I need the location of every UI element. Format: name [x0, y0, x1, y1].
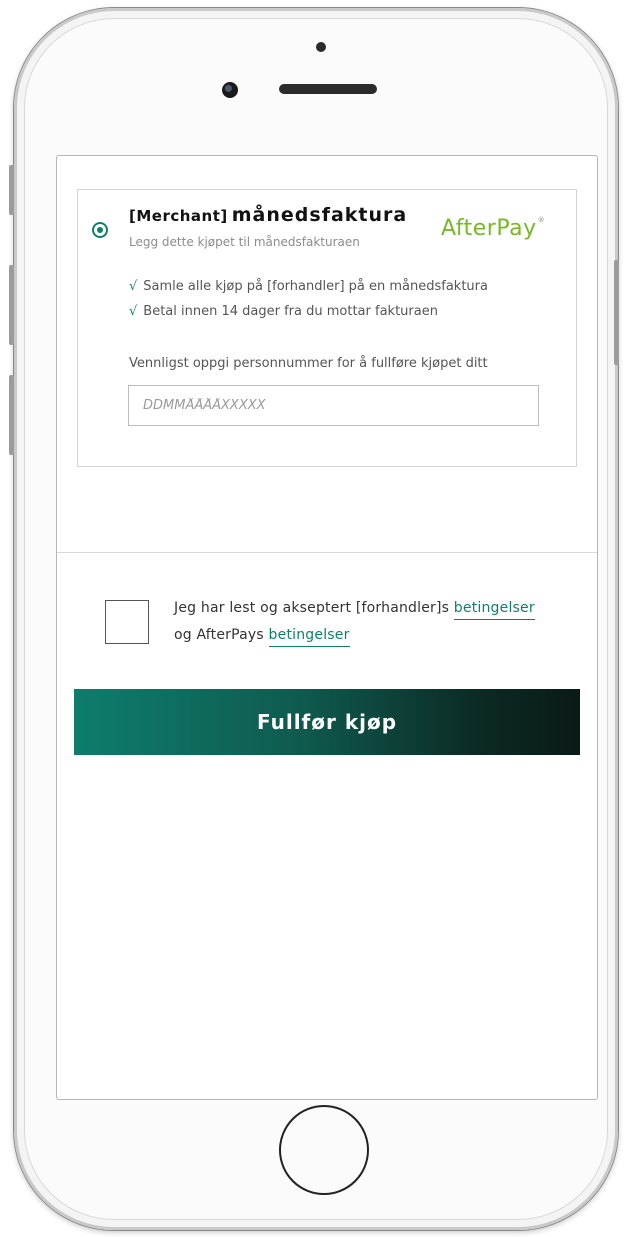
terms-text: og AfterPays: [174, 627, 269, 643]
benefit-item: √ Samle alle kjøp på [forhandler] på en m…: [129, 279, 488, 294]
merchant-terms-link[interactable]: betingelser: [453, 600, 535, 620]
personnummer-input[interactable]: [128, 385, 539, 426]
front-camera: [222, 82, 238, 98]
terms-checkbox[interactable]: [105, 600, 149, 644]
phone-power-button: [614, 260, 619, 365]
benefit-item: √ Betal innen 14 dager fra du mottar fakt…: [129, 304, 438, 319]
afterpay-logo: AfterPay®: [441, 216, 545, 241]
terms-text-line-2: og AfterPays betingelser: [174, 627, 350, 647]
personnummer-label: Vennligst oppgi personnummer for å fullf…: [129, 356, 488, 371]
payment-option-title: [Merchant] månedsfaktura: [129, 204, 407, 226]
afterpay-terms-link[interactable]: betingelser: [268, 627, 350, 647]
check-icon: √: [129, 279, 138, 294]
checkout-screen: [Merchant] månedsfaktura Legg dette kjøpe…: [56, 155, 598, 1100]
phone-volume-up-button: [9, 265, 14, 345]
terms-text-line-1: Jeg har lest og akseptert [forhandler]s …: [174, 600, 535, 620]
payment-option-radio[interactable]: [92, 222, 108, 238]
merchant-tag: [Merchant]: [129, 207, 228, 225]
registered-mark: ®: [537, 216, 546, 224]
complete-purchase-button[interactable]: Fullfør kjøp: [74, 689, 580, 755]
proximity-sensor: [316, 42, 326, 52]
phone-mute-switch: [9, 165, 14, 215]
phone-volume-down-button: [9, 375, 14, 455]
home-button: [279, 1105, 369, 1195]
benefit-text: Samle alle kjøp på [forhandler] på en må…: [143, 279, 488, 294]
benefit-text: Betal innen 14 dager fra du mottar faktu…: [143, 304, 438, 319]
afterpay-logo-text: AfterPay: [441, 216, 537, 241]
earpiece-speaker: [279, 84, 377, 94]
option-title: månedsfaktura: [231, 204, 408, 226]
terms-text: Jeg har lest og akseptert [forhandler]s: [174, 600, 454, 616]
section-divider: [57, 552, 597, 553]
check-icon: √: [129, 304, 138, 319]
payment-option-subtitle: Legg dette kjøpet til månedsfakturaen: [129, 235, 360, 249]
